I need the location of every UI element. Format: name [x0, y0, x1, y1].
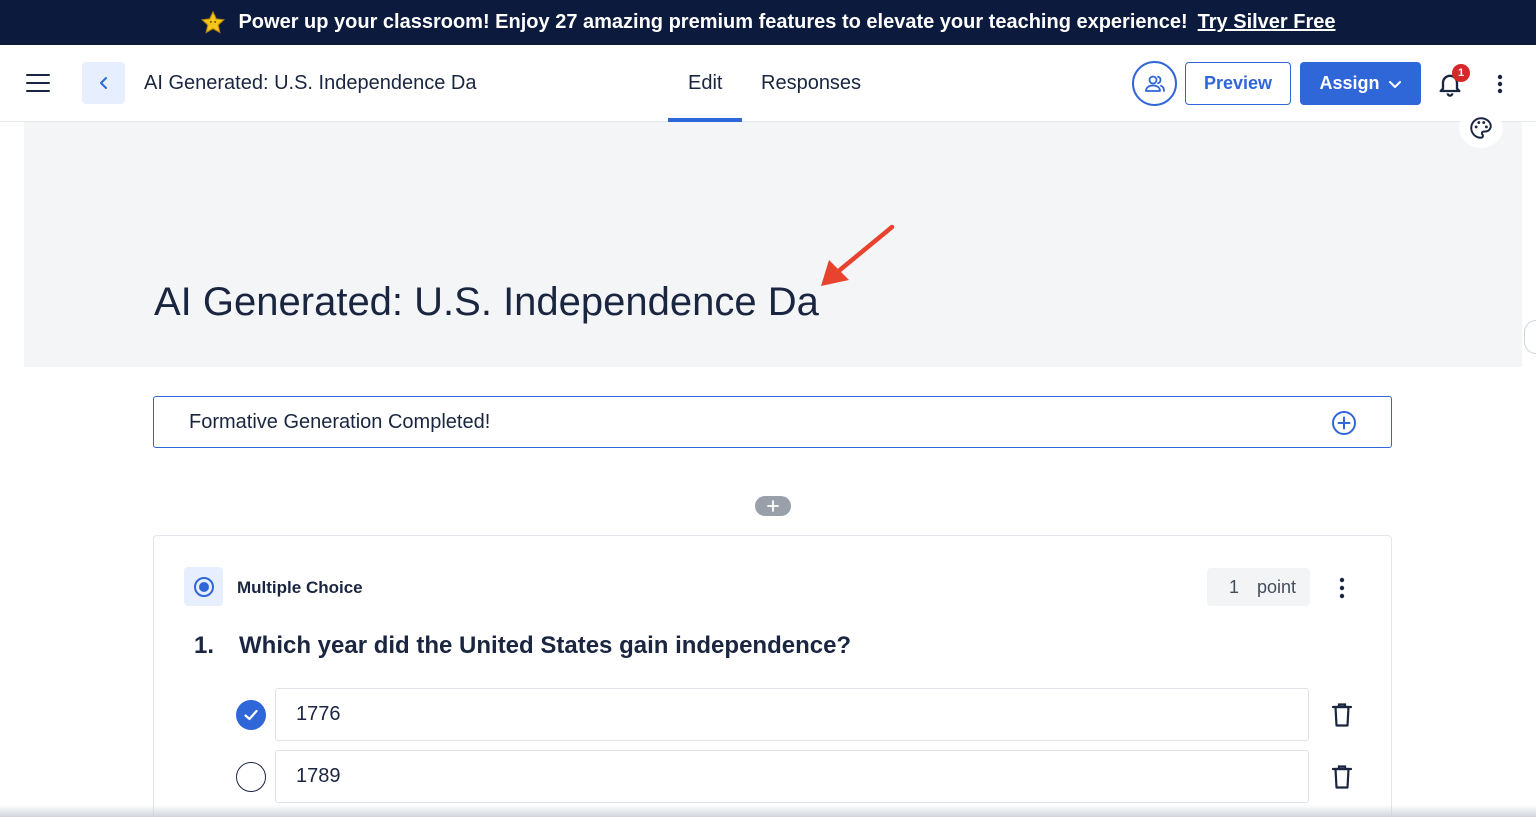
star-icon	[201, 10, 226, 33]
collaborators-button[interactable]	[1132, 61, 1177, 106]
question-options-icon[interactable]	[1332, 576, 1352, 600]
choice-row: 1776	[236, 688, 1356, 742]
assign-label: Assign	[1319, 73, 1380, 93]
assign-button[interactable]: Assign	[1300, 62, 1421, 105]
question-type-badge	[184, 567, 223, 606]
trash-icon[interactable]	[1331, 702, 1353, 728]
more-options-icon[interactable]	[1490, 73, 1510, 95]
question-number: 1.	[194, 632, 215, 659]
choice-row: 1789	[236, 750, 1356, 804]
plus-icon	[767, 500, 779, 512]
correct-answer-toggle[interactable]	[236, 762, 266, 792]
points-label: point	[1257, 576, 1297, 597]
chevron-left-icon	[99, 77, 107, 89]
tab-edit[interactable]: Edit	[688, 72, 722, 95]
notification-badge: 1	[1452, 64, 1470, 82]
add-circle-icon[interactable]	[1331, 410, 1357, 436]
trash-icon[interactable]	[1331, 764, 1353, 790]
question-card[interactable]: Multiple Choice 1 point 1. Which year di…	[153, 535, 1392, 817]
add-question-button[interactable]	[755, 496, 791, 516]
users-icon	[1144, 75, 1165, 92]
top-navigation: AI Generated: U.S. Independence Da Edit …	[0, 45, 1536, 122]
palette-icon	[1470, 117, 1492, 139]
promo-banner: Power up your classroom! Enjoy 27 amazin…	[0, 0, 1536, 45]
generation-status-text: Formative Generation Completed!	[189, 410, 491, 433]
choice-input[interactable]: 1776	[275, 688, 1309, 741]
formative-title[interactable]: AI Generated: U.S. Independence Da	[154, 280, 819, 325]
menu-icon[interactable]	[26, 74, 50, 92]
chevron-down-icon	[1388, 80, 1401, 88]
promo-text: Power up your classroom! Enjoy 27 amazin…	[238, 11, 1188, 33]
theme-button[interactable]	[1459, 108, 1503, 148]
formative-header	[24, 122, 1522, 367]
preview-button[interactable]: Preview	[1185, 62, 1291, 105]
check-icon	[244, 709, 258, 721]
question-text[interactable]: Which year did the United States gain in…	[239, 632, 851, 660]
points-field[interactable]: 1 point	[1207, 568, 1310, 606]
points-value: 1	[1229, 576, 1240, 597]
document-title[interactable]: AI Generated: U.S. Independence Da	[144, 72, 476, 95]
annotation-arrow-icon	[821, 224, 895, 286]
generation-status-bar: Formative Generation Completed!	[153, 396, 1392, 448]
back-button[interactable]	[82, 62, 125, 104]
try-silver-free-link[interactable]: Try Silver Free	[1198, 11, 1336, 34]
radio-selected-icon	[193, 576, 214, 597]
question-type-label: Multiple Choice	[237, 578, 363, 597]
tab-responses[interactable]: Responses	[761, 72, 861, 95]
side-panel-handle[interactable]	[1524, 320, 1536, 354]
choice-input[interactable]: 1789	[275, 750, 1309, 803]
window-bottom-edge	[0, 805, 1536, 817]
correct-answer-toggle[interactable]	[236, 700, 266, 730]
